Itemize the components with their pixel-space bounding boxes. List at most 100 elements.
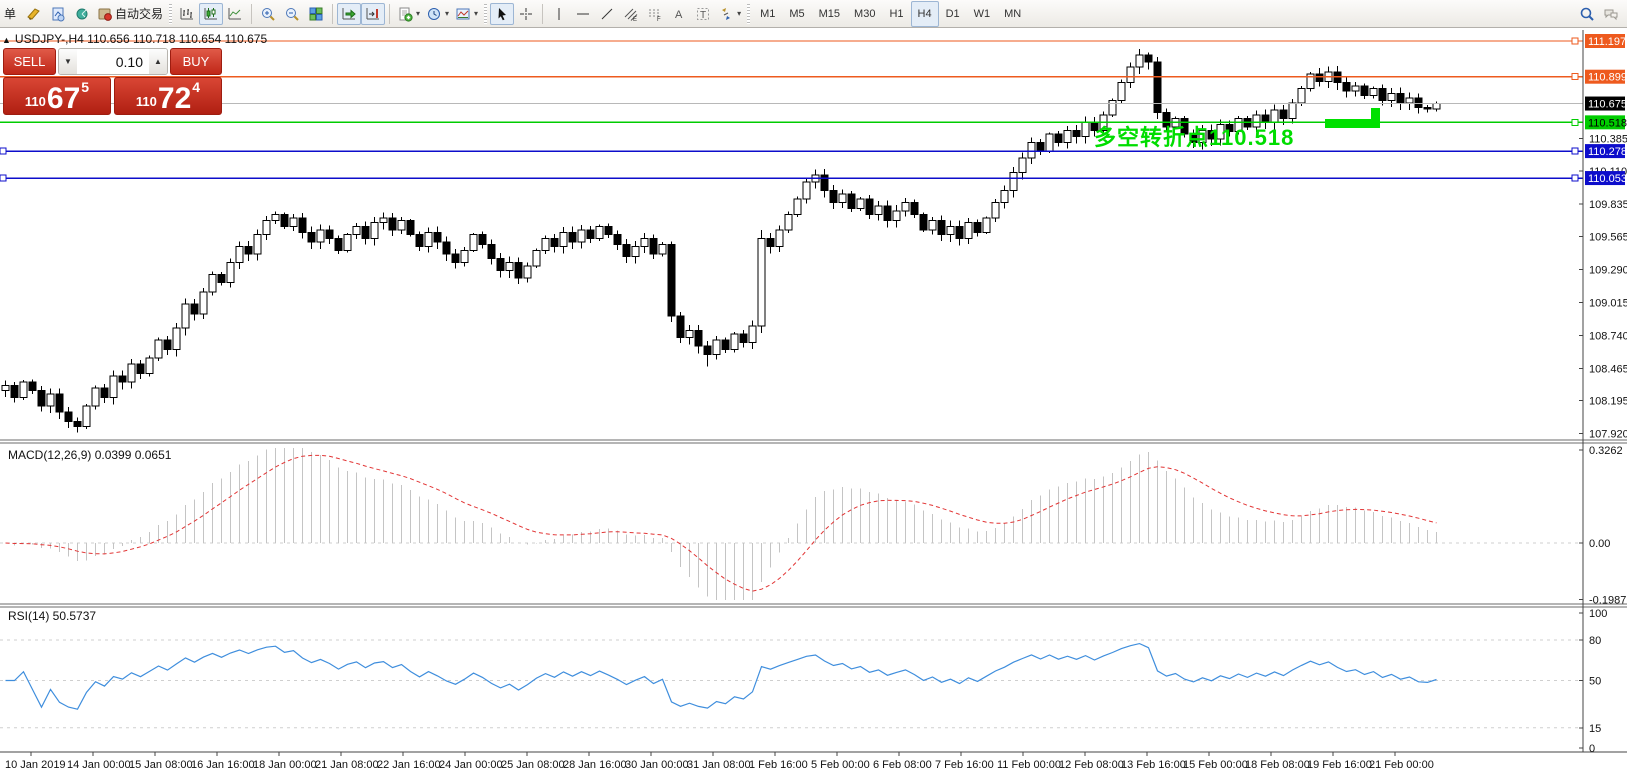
zoom-in-button[interactable] <box>256 3 280 25</box>
svg-text:80: 80 <box>1589 635 1601 647</box>
svg-text:108.740: 108.740 <box>1589 330 1627 342</box>
svg-text:A: A <box>675 9 683 21</box>
search-icon[interactable] <box>1575 3 1599 25</box>
svg-text:12 Feb 08:00: 12 Feb 08:00 <box>1059 759 1124 771</box>
equidistant-channel-button[interactable]: E <box>619 3 643 25</box>
autotrading-button[interactable]: 自动交易 <box>94 3 166 25</box>
svg-text:50: 50 <box>1589 676 1601 688</box>
sell-price-figure: 110 <box>24 94 46 109</box>
svg-text:25 Jan 08:00: 25 Jan 08:00 <box>501 759 565 771</box>
new-order-button[interactable]: 单 <box>0 3 22 25</box>
svg-text:11 Feb 00:00: 11 Feb 00:00 <box>997 759 1061 771</box>
sell-button[interactable]: SELL <box>3 48 56 75</box>
price-level-lines[interactable] <box>0 37 1583 182</box>
svg-text:F: F <box>657 17 661 22</box>
dropdown-caret: ▾ <box>737 9 742 18</box>
svg-text:0: 0 <box>1589 743 1595 755</box>
timeframe-d1[interactable]: D1 <box>939 1 967 27</box>
volume-decrease-button[interactable]: ▼ <box>59 49 77 74</box>
svg-text:109.290: 109.290 <box>1589 264 1627 276</box>
svg-text:109.015: 109.015 <box>1589 297 1627 309</box>
fibonacci-button[interactable]: F <box>643 3 667 25</box>
timeframe-bar: M1 M5 M15 M30 H1 H4 D1 W1 MN <box>753 0 1028 27</box>
buy-price-button[interactable]: 110 72 4 <box>114 77 222 115</box>
template-dropdown[interactable]: ▾ <box>452 3 481 25</box>
dropdown-caret: ▾ <box>474 9 479 18</box>
buy-price-pips: 72 <box>157 82 192 115</box>
svg-text:1 Feb 16:00: 1 Feb 16:00 <box>749 759 808 771</box>
volume-increase-button[interactable]: ▲ <box>149 49 167 74</box>
text-button[interactable]: A <box>667 3 691 25</box>
svg-text:108.195: 108.195 <box>1589 396 1627 408</box>
toolbar-gripper <box>747 3 751 24</box>
timeframe-h4[interactable]: H4 <box>910 0 939 27</box>
green-highlight-marker[interactable] <box>1325 119 1375 128</box>
svg-text:110.899: 110.899 <box>1588 72 1627 84</box>
rsi-line <box>5 642 1437 710</box>
svg-text:6 Feb 08:00: 6 Feb 08:00 <box>873 759 932 771</box>
bar-chart-button[interactable] <box>175 3 199 25</box>
svg-text:110.518: 110.518 <box>1588 117 1627 129</box>
new-chart-icon[interactable] <box>46 3 70 25</box>
line-chart-button[interactable] <box>223 3 247 25</box>
timeframe-m1[interactable]: M1 <box>753 1 782 27</box>
tile-windows-button[interactable] <box>304 3 328 25</box>
svg-text:24 Jan 00:00: 24 Jan 00:00 <box>439 759 503 771</box>
buy-button[interactable]: BUY <box>170 48 222 75</box>
svg-text:21 Jan 08:00: 21 Jan 08:00 <box>315 759 379 771</box>
timeframe-mn[interactable]: MN <box>997 1 1028 27</box>
macd-signal-line <box>5 454 1437 592</box>
dropdown-caret: ▾ <box>416 9 421 18</box>
svg-text:0.00: 0.00 <box>1589 538 1610 550</box>
buy-price-point: 4 <box>192 79 201 95</box>
period-dropdown[interactable]: ▾ <box>423 3 452 25</box>
svg-text:110.675: 110.675 <box>1588 99 1627 111</box>
one-click-trading-panel: SELL ▼ ▲ BUY 110 67 5 110 72 4 <box>3 48 222 115</box>
signals-icon[interactable] <box>70 3 94 25</box>
svg-text:0.3262: 0.3262 <box>1589 445 1623 457</box>
vertical-line-button[interactable] <box>547 3 571 25</box>
macd-label: MACD(12,26,9) 0.0399 0.0651 <box>8 448 172 462</box>
timeframe-h1[interactable]: H1 <box>882 1 910 27</box>
zoom-out-button[interactable] <box>280 3 304 25</box>
price-axis: 110.385110.110109.835109.565109.290109.0… <box>1579 34 1627 755</box>
svg-text:18 Jan 00:00: 18 Jan 00:00 <box>253 759 317 771</box>
chart-area: 110.385110.110109.835109.565109.290109.0… <box>0 28 1627 772</box>
svg-text:13 Feb 16:00: 13 Feb 16:00 <box>1121 759 1186 771</box>
main-toolbar: 单 自动交易 ▾ ▾ ▾ E F A T ▾ M1 M5 M15 M30 H1 … <box>0 0 1627 28</box>
crosshair-button[interactable] <box>514 3 538 25</box>
sell-price-pips: 67 <box>46 82 81 115</box>
svg-text:110.053: 110.053 <box>1588 173 1627 185</box>
timeframe-m30[interactable]: M30 <box>847 1 882 27</box>
sell-price-button[interactable]: 110 67 5 <box>3 77 111 115</box>
trendline-button[interactable] <box>595 3 619 25</box>
chart-canvas[interactable]: 110.385110.110109.835109.565109.290109.0… <box>0 28 1627 772</box>
svg-text:22 Jan 16:00: 22 Jan 16:00 <box>377 759 441 771</box>
profiles-icon[interactable] <box>22 3 46 25</box>
toolbar-separator <box>251 3 253 24</box>
horizontal-line-button[interactable] <box>571 3 595 25</box>
text-label-button[interactable]: T <box>691 3 715 25</box>
auto-scroll-button[interactable] <box>337 2 362 25</box>
cursor-button[interactable] <box>490 2 515 25</box>
new-order-window-dropdown[interactable]: ▾ <box>394 3 423 25</box>
pivot-annotation[interactable]: 多空转折点110.518 <box>1094 120 1294 152</box>
svg-text:15 Feb 00:00: 15 Feb 00:00 <box>1183 759 1248 771</box>
volume-stepper: ▼ ▲ <box>58 48 168 75</box>
green-highlight-marker-notch[interactable] <box>1371 108 1380 128</box>
svg-text:5 Feb 00:00: 5 Feb 00:00 <box>811 759 870 771</box>
volume-input[interactable] <box>77 49 149 74</box>
timeframe-m5[interactable]: M5 <box>782 1 811 27</box>
arrows-dropdown[interactable]: ▾ <box>715 3 744 25</box>
svg-text:15 Jan 08:00: 15 Jan 08:00 <box>129 759 193 771</box>
timeframe-m15[interactable]: M15 <box>812 1 847 27</box>
svg-text:100: 100 <box>1589 608 1607 620</box>
chart-shift-button[interactable] <box>361 2 386 25</box>
timeframe-w1[interactable]: W1 <box>967 1 998 27</box>
chat-icon[interactable] <box>1599 3 1623 25</box>
svg-text:107.920: 107.920 <box>1589 429 1627 441</box>
svg-text:-0.1987: -0.1987 <box>1589 595 1626 607</box>
toolbar-separator <box>389 3 391 24</box>
candlestick-button[interactable] <box>199 2 224 25</box>
svg-text:108.465: 108.465 <box>1589 363 1627 375</box>
